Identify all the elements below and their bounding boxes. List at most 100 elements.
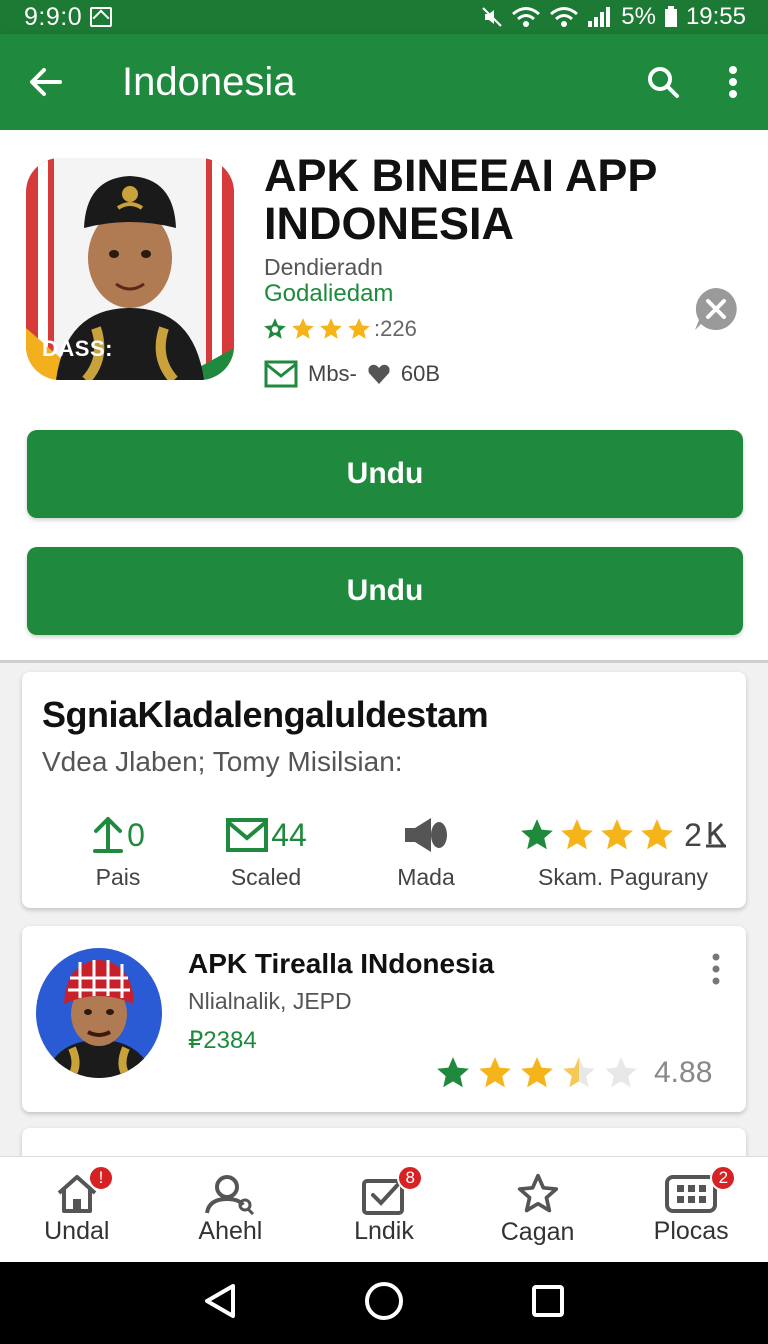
nav-item-plocas[interactable]: 2 Plocas: [614, 1157, 768, 1262]
nav-badge-undal: !: [88, 1165, 114, 1191]
star-icon: [292, 318, 314, 339]
wifi-icon: [511, 6, 541, 28]
status-bar: 9:9:0 5% 19:55: [0, 0, 768, 34]
sys-home-button[interactable]: [364, 1281, 404, 1326]
notification-icon: [90, 7, 113, 27]
nav-badge-lndik: 8: [397, 1165, 424, 1191]
recents-square-icon: [531, 1284, 564, 1317]
app-title: APK BINEEAI APP INDONESIA: [264, 150, 657, 249]
star-icon: [601, 819, 633, 850]
thousands-icon: [705, 822, 726, 848]
mute-icon: [481, 6, 503, 28]
home-circle-icon: [364, 1281, 403, 1320]
bottom-navigation: ! Undal Ahehl 8 Lndik Cagan 2 Plocas: [0, 1156, 768, 1262]
stat-mada-label: Mada: [397, 864, 455, 890]
stat-pais-value: 0: [127, 816, 145, 853]
star-empty-icon: [605, 1057, 637, 1088]
app-header-section: DASS: APK BINEEAI APP INDONESIA Dendiera…: [0, 130, 768, 660]
back-button[interactable]: [0, 34, 92, 130]
status-left: 9:9:0: [24, 2, 113, 32]
meta-row: Mbs- 60B: [264, 360, 440, 388]
stat-scaled[interactable]: 44 Scaled: [206, 812, 326, 891]
apps-grid-icon: [665, 1175, 718, 1213]
app-card-developer: Nlialnalik, JEPD: [188, 988, 352, 1014]
stat-rating-value: 2: [684, 816, 702, 853]
nav-badge-plocas: 2: [710, 1165, 737, 1191]
sys-back-button[interactable]: [203, 1282, 237, 1325]
rating-count: :226: [374, 316, 417, 341]
star-half-icon: [563, 1057, 595, 1088]
close-icon: [695, 288, 737, 330]
nav-label-lndik: Lndik: [354, 1217, 414, 1245]
star-green-icon: [521, 819, 553, 850]
more-vert-icon: [712, 953, 720, 985]
status-time: 9:9:0: [24, 2, 83, 31]
battery-icon: [664, 6, 678, 28]
search-button[interactable]: [628, 34, 698, 130]
star-icon: [348, 318, 370, 339]
signal-icon: [587, 6, 613, 28]
nav-item-ahehl[interactable]: Ahehl: [154, 1157, 308, 1262]
nav-item-cagan[interactable]: Cagan: [461, 1157, 615, 1262]
section-divider: [0, 660, 768, 663]
sys-recents-button[interactable]: [531, 1284, 565, 1323]
size-value: 60B: [400, 361, 441, 386]
stat-pais-label: Pais: [95, 864, 141, 890]
star-outline-icon: [517, 1173, 558, 1213]
close-button[interactable]: [693, 286, 739, 332]
stat-mada[interactable]: Mada: [376, 812, 476, 891]
back-arrow-icon: [30, 68, 62, 96]
star-icon: [521, 1057, 553, 1088]
app-avatar: [36, 948, 162, 1078]
system-navigation-bar: [0, 1262, 768, 1344]
star-icon: [479, 1057, 511, 1088]
info-card-subtitle: Vdea Jlaben; Tomy Misilsian:: [42, 746, 403, 777]
page-title: Indonesia: [122, 59, 296, 104]
battery-percent: 5%: [621, 3, 656, 30]
app-card-more-button[interactable]: [702, 952, 730, 986]
stat-rating-value-row: 2: [518, 812, 728, 858]
nav-item-undal[interactable]: ! Undal: [0, 1157, 154, 1262]
stat-mada-value-row: [401, 812, 451, 858]
nav-label-cagan: Cagan: [500, 1218, 575, 1246]
stat-rating[interactable]: 2 Skam. Pagurany: [508, 812, 738, 891]
app-card-rating: 4.88: [434, 1054, 712, 1092]
wifi-icon-2: [549, 6, 579, 28]
app-card-price: ₽2384: [188, 1027, 257, 1054]
stat-rating-label: Skam. Pagurany: [537, 864, 709, 890]
app-icon: DASS:: [26, 158, 234, 380]
app-category[interactable]: Godaliedam: [264, 280, 393, 308]
nav-label-plocas: Plocas: [653, 1217, 729, 1245]
status-right: 5% 19:55: [481, 3, 746, 31]
app-list-card[interactable]: APK Tirealla INdonesia Nlialnalik, JEPD …: [22, 926, 746, 1112]
rating-row: :226: [262, 316, 417, 342]
nav-item-lndik[interactable]: 8 Lndik: [307, 1157, 461, 1262]
back-triangle-icon: [205, 1283, 236, 1318]
status-clock: 19:55: [685, 3, 746, 30]
envelope-icon: [226, 818, 269, 852]
size-label: Mbs-: [308, 361, 357, 386]
developer-name[interactable]: Dendieradn: [264, 254, 383, 281]
secondary-download-button[interactable]: Undu: [27, 547, 743, 635]
star-icon: [320, 318, 342, 339]
nav-label-undal: Undal: [44, 1217, 110, 1245]
stat-scaled-label: Scaled: [230, 864, 302, 890]
user-search-icon: [205, 1175, 255, 1215]
mail-icon: [264, 360, 298, 388]
upload-icon: [93, 817, 124, 853]
star-outline-icon: [264, 318, 286, 339]
app-icon-label: DASS:: [42, 336, 113, 361]
stat-scaled-value-row: 44: [225, 812, 307, 858]
nav-label-ahehl: Ahehl: [198, 1217, 263, 1245]
primary-download-button[interactable]: Undu: [27, 430, 743, 518]
app-card-name: APK Tirealla INdonesia: [188, 948, 495, 979]
stat-pais-value-row: 0: [91, 812, 145, 858]
app-card-rating-value: 4.88: [654, 1056, 713, 1089]
more-vert-icon: [729, 66, 737, 98]
stat-scaled-value: 44: [271, 816, 307, 853]
heart-icon: [368, 364, 390, 384]
more-options-button[interactable]: [698, 34, 768, 130]
app-bar: Indonesia: [0, 34, 768, 130]
star-icon: [561, 819, 593, 850]
stat-pais[interactable]: 0 Pais: [68, 812, 168, 891]
